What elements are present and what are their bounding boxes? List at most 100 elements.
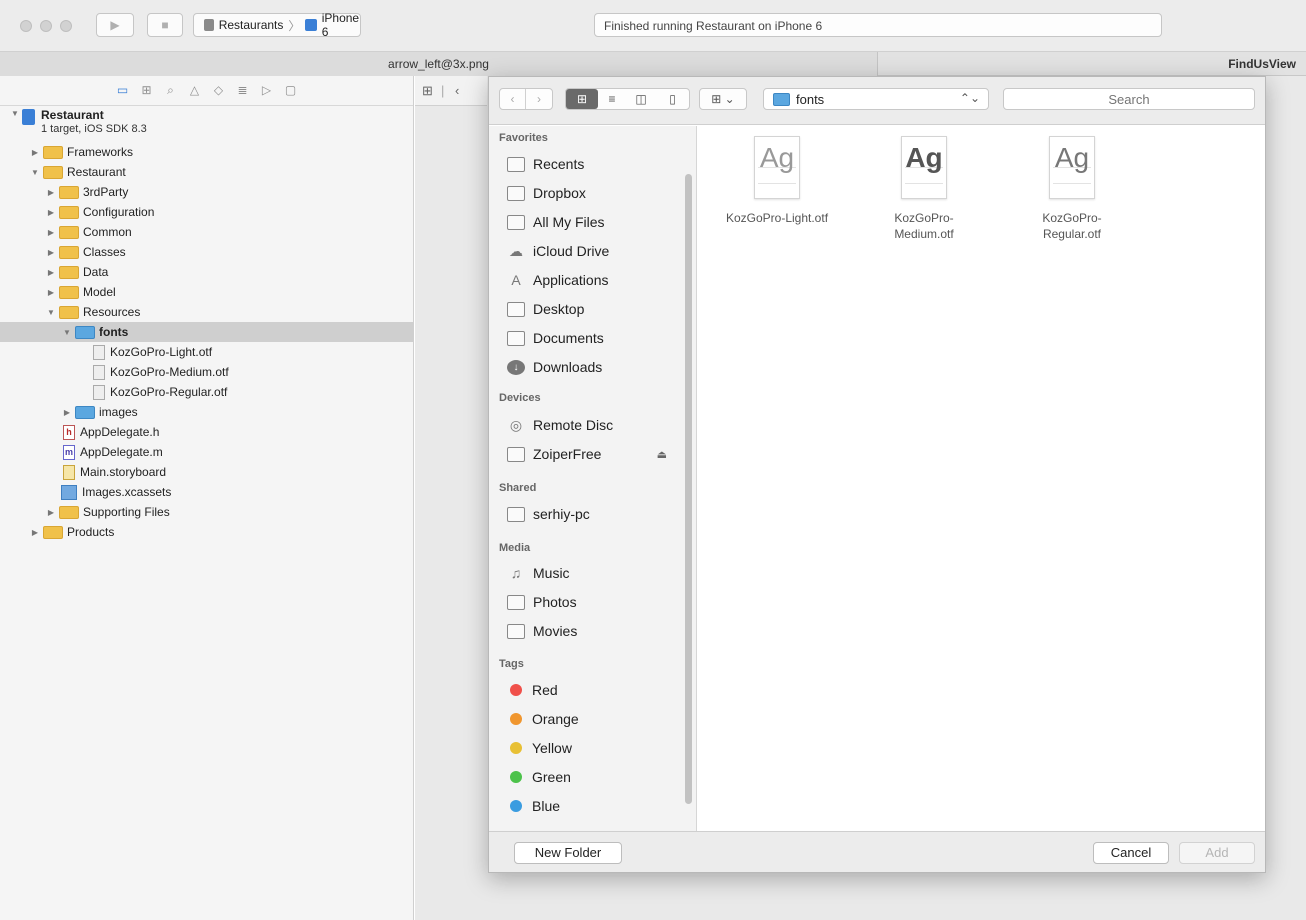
- tree-item-resources[interactable]: ▼ Resources: [0, 302, 413, 322]
- sidebar-item-dropbox[interactable]: Dropbox: [507, 182, 687, 204]
- sidebar-item-music[interactable]: ♫ Music: [507, 562, 687, 584]
- sidebar-tag-blue[interactable]: Blue: [507, 795, 687, 817]
- tree-item-classes[interactable]: ▶ Classes: [0, 242, 413, 262]
- tree-item-configuration[interactable]: ▶ Configuration: [0, 202, 413, 222]
- tree-item-kozgopro-light[interactable]: KozGoPro-Light.otf: [0, 342, 413, 362]
- device-icon: [305, 19, 317, 31]
- disclosure-collapsed-icon[interactable]: ▶: [46, 208, 56, 217]
- column-view-icon[interactable]: ◫: [626, 89, 656, 109]
- tree-item-images[interactable]: ▶ images: [0, 402, 413, 422]
- tree-item-3rdparty[interactable]: ▶ 3rdParty: [0, 182, 413, 202]
- cancel-button[interactable]: Cancel: [1093, 842, 1169, 864]
- list-view-icon[interactable]: ≡: [598, 89, 626, 109]
- disclosure-collapsed-icon[interactable]: ▶: [46, 248, 56, 257]
- tree-item-fonts[interactable]: ▼ fonts: [0, 322, 413, 342]
- file-item-kozgopro-light[interactable]: Ag KozGoPro-Light.otf: [702, 126, 852, 256]
- new-folder-button[interactable]: New Folder: [514, 842, 622, 864]
- run-button[interactable]: ▶: [96, 13, 134, 37]
- tree-item-supporting-files[interactable]: ▶ Supporting Files: [0, 502, 413, 522]
- folder-icon: [75, 325, 95, 339]
- tree-item-common[interactable]: ▶ Common: [0, 222, 413, 242]
- minimize-window-button[interactable]: [40, 20, 52, 32]
- sidebar-item-downloads[interactable]: ↓ Downloads: [507, 356, 687, 378]
- search-icon[interactable]: ⌕: [164, 84, 177, 97]
- tab-arrow-left[interactable]: arrow_left@3x.png: [0, 52, 878, 76]
- disclosure-collapsed-icon[interactable]: ▶: [62, 408, 72, 417]
- asset-catalog-icon: [61, 484, 77, 500]
- drive-icon: [507, 446, 525, 462]
- disclosure-collapsed-icon[interactable]: ▶: [46, 228, 56, 237]
- eject-icon[interactable]: ⏏: [657, 448, 667, 461]
- play-icon: ▶: [110, 18, 120, 32]
- report-icon[interactable]: ▢: [284, 84, 297, 97]
- sidebar-item-zoiperfree[interactable]: ZoiperFree ⏏: [507, 443, 687, 465]
- tree-item-images-xcassets[interactable]: Images.xcassets: [0, 482, 413, 502]
- cover-flow-icon[interactable]: ▯: [656, 89, 689, 109]
- sidebar-item-label: Documents: [533, 330, 604, 346]
- tree-item-kozgopro-regular[interactable]: KozGoPro-Regular.otf: [0, 382, 413, 402]
- disclosure-collapsed-icon[interactable]: ▶: [46, 188, 56, 197]
- tab-find-us-view[interactable]: FindUsView: [878, 52, 1306, 76]
- disclosure-expanded-icon[interactable]: ▼: [10, 109, 20, 118]
- sidebar-item-icloud-drive[interactable]: ☁ iCloud Drive: [507, 240, 687, 262]
- sidebar-item-recents[interactable]: Recents: [507, 153, 687, 175]
- warning-icon[interactable]: △: [188, 84, 201, 97]
- breakpoint-icon[interactable]: ▷: [260, 84, 273, 97]
- tree-item-restaurant[interactable]: ▼ Restaurant: [0, 162, 413, 182]
- file-item-kozgopro-medium[interactable]: Ag KozGoPro- Medium.otf: [849, 126, 999, 256]
- hierarchy-icon[interactable]: ⊞: [140, 84, 153, 97]
- add-button[interactable]: Add: [1179, 842, 1255, 864]
- sidebar-tag-green[interactable]: Green: [507, 766, 687, 788]
- tree-item-appdelegate-m[interactable]: m AppDelegate.m: [0, 442, 413, 462]
- disclosure-collapsed-icon[interactable]: ▶: [30, 528, 40, 537]
- tree-item-frameworks[interactable]: ▶ Frameworks: [0, 142, 413, 162]
- forward-arrow-icon[interactable]: ›: [526, 89, 552, 109]
- folder-icon: [59, 185, 79, 199]
- film-icon: [507, 623, 525, 639]
- back-arrow-icon[interactable]: ‹: [455, 83, 459, 98]
- sidebar-item-applications[interactable]: A Applications: [507, 269, 687, 291]
- disclosure-collapsed-icon[interactable]: ▶: [46, 288, 56, 297]
- disclosure-expanded-icon[interactable]: ▼: [30, 168, 40, 177]
- scheme-selector[interactable]: Restaurants 〉 iPhone 6: [193, 11, 361, 39]
- debug-icon[interactable]: ≣: [236, 84, 249, 97]
- search-input[interactable]: [1003, 88, 1255, 110]
- tree-item-products[interactable]: ▶ Products: [0, 522, 413, 542]
- project-root[interactable]: ▼ Restaurant 1 target, iOS SDK 8.3: [0, 106, 413, 142]
- folder-icon[interactable]: ▭: [116, 84, 129, 97]
- font-preview: Ag: [905, 142, 943, 173]
- icon-view-icon[interactable]: ⊞: [566, 89, 598, 109]
- tree-item-main-storyboard[interactable]: Main.storyboard: [0, 462, 413, 482]
- arrange-menu[interactable]: ⊞ ⌄: [699, 88, 747, 110]
- close-window-button[interactable]: [20, 20, 32, 32]
- disclosure-collapsed-icon[interactable]: ▶: [46, 268, 56, 277]
- tree-item-data[interactable]: ▶ Data: [0, 262, 413, 282]
- test-icon[interactable]: ◇: [212, 84, 225, 97]
- disclosure-expanded-icon[interactable]: ▼: [46, 308, 56, 317]
- sidebar-item-photos[interactable]: Photos: [507, 591, 687, 613]
- sidebar-item-desktop[interactable]: Desktop: [507, 298, 687, 320]
- disclosure-expanded-icon[interactable]: ▼: [62, 328, 72, 337]
- sidebar-item-documents[interactable]: Documents: [507, 327, 687, 349]
- back-arrow-icon[interactable]: ‹: [500, 89, 526, 109]
- zoom-window-button[interactable]: [60, 20, 72, 32]
- stop-button[interactable]: ■: [147, 13, 183, 37]
- sidebar-tag-red[interactable]: Red: [507, 679, 687, 701]
- folder-icon: [59, 225, 79, 239]
- file-item-kozgopro-regular[interactable]: Ag KozGoPro- Regular.otf: [997, 126, 1147, 256]
- tree-item-model[interactable]: ▶ Model: [0, 282, 413, 302]
- sidebar-tag-yellow[interactable]: Yellow: [507, 737, 687, 759]
- tree-item-kozgopro-medium[interactable]: KozGoPro-Medium.otf: [0, 362, 413, 382]
- sidebar-item-serhiy-pc[interactable]: serhiy-pc: [507, 503, 687, 525]
- sidebar-item-movies[interactable]: Movies: [507, 620, 687, 642]
- orange-tag-dot: [510, 713, 522, 725]
- disclosure-collapsed-icon[interactable]: ▶: [30, 148, 40, 157]
- disclosure-collapsed-icon[interactable]: ▶: [46, 508, 56, 517]
- path-popup[interactable]: fonts ⌃⌄: [763, 88, 989, 110]
- related-items-icon[interactable]: ⊞: [422, 83, 433, 99]
- folder-icon: [59, 245, 79, 259]
- tree-item-appdelegate-h[interactable]: h AppDelegate.h: [0, 422, 413, 442]
- sidebar-item-all-my-files[interactable]: All My Files: [507, 211, 687, 233]
- sidebar-tag-orange[interactable]: Orange: [507, 708, 687, 730]
- sidebar-item-remote-disc[interactable]: ◎ Remote Disc: [507, 414, 687, 436]
